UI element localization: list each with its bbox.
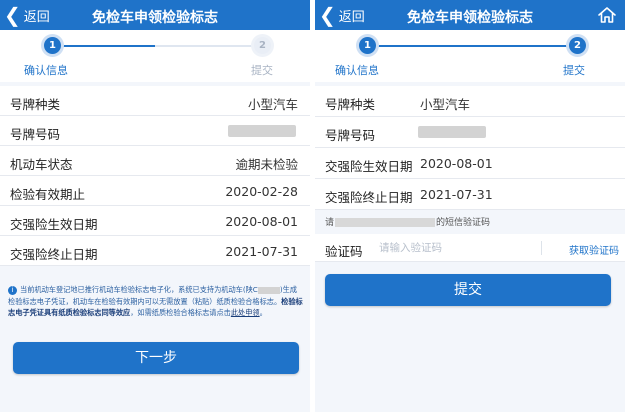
- notice-end: 。: [259, 308, 267, 317]
- info-row-plate-number: 号牌号码: [0, 116, 310, 146]
- row-label: 号牌号码: [10, 127, 61, 142]
- redacted-plate-suffix: [257, 286, 280, 294]
- nav-bar: ❮ 返回 免检车申领检验标志: [315, 0, 625, 30]
- step-2-dot: 2: [569, 37, 586, 54]
- step-progress-line: [367, 45, 575, 47]
- divider: [541, 241, 542, 255]
- step-1-dot: 1: [359, 37, 376, 54]
- info-row-insurance-start: 交强险生效日期 2020-08-01: [0, 206, 310, 236]
- row-label: 检验有效期止: [10, 187, 86, 202]
- row-value: 2020-02-28: [225, 184, 298, 199]
- nav-bar: ❮ 返回 免检车申领检验标志: [0, 0, 310, 30]
- step-2-label: 提交: [251, 64, 273, 77]
- row-value: 小型汽车: [247, 97, 298, 112]
- row-value: 2021-07-31: [225, 244, 298, 259]
- step-1-label: 确认信息: [335, 64, 379, 77]
- row-label: 交强险终止日期: [325, 190, 413, 205]
- submit-button[interactable]: 提交: [325, 274, 611, 306]
- row-label: 号牌种类: [10, 97, 61, 112]
- row-value: 2020-08-01: [420, 156, 493, 171]
- page-title: 免检车申领检验标志: [407, 10, 533, 26]
- notice-part-3: ，如需纸质检验合格标志请点击: [130, 308, 231, 317]
- info-row-plate-type: 号牌种类 小型汽车: [0, 86, 310, 116]
- step-indicator: 1 2 确认信息 提交: [0, 30, 310, 82]
- notice-text: i 当前机动车登记地已推行机动车检验标志电子化，系统已支持为机动车(陕C)生成检验…: [8, 284, 304, 319]
- step-1-dot: 1: [44, 37, 61, 54]
- info-row-insurance-start: 交强险生效日期 2020-08-01: [315, 148, 625, 179]
- sms-tip-end: 的短信验证码: [436, 218, 491, 228]
- info-row-vehicle-status: 机动车状态 逾期未检验: [0, 146, 310, 176]
- row-value: 小型汽车: [420, 97, 471, 112]
- row-label: 交强险生效日期: [325, 159, 413, 174]
- redacted-phone-number: [335, 218, 436, 227]
- notice-part-1: 当前机动车登记地已推行机动车检验标志电子化，系统已支持为机动车(陕C: [20, 285, 258, 294]
- verification-code-row: 验证码 获取验证码: [315, 234, 625, 262]
- redacted-plate-number: [228, 125, 296, 137]
- step-1-label: 确认信息: [24, 64, 68, 77]
- info-row-plate-type: 号牌种类 小型汽车: [315, 86, 625, 117]
- row-label: 号牌种类: [325, 97, 376, 112]
- next-step-button[interactable]: 下一步: [13, 342, 299, 374]
- right-screen: ❮ 返回 免检车申领检验标志 1 2 确认信息 提交 号牌种类 小型汽车 号牌号…: [315, 0, 625, 412]
- step-indicator: 1 2 确认信息 提交: [315, 30, 625, 82]
- get-code-button[interactable]: 获取验证码: [569, 242, 619, 257]
- step-progress-line: [52, 45, 155, 47]
- info-row-insurance-end: 交强险终止日期 2021-07-31: [0, 236, 310, 266]
- step-2-dot: 2: [254, 37, 271, 54]
- row-label: 交强险生效日期: [10, 217, 98, 232]
- verification-code-input[interactable]: [379, 239, 529, 257]
- left-screen: ❮ 返回 免检车申领检验标志 1 2 确认信息 提交 号牌种类 小型汽车 号牌号…: [0, 0, 310, 412]
- info-row-inspection-expiry: 检验有效期止 2020-02-28: [0, 176, 310, 206]
- row-label: 交强险终止日期: [10, 247, 98, 262]
- info-row-insurance-end: 交强险终止日期 2021-07-31: [315, 179, 625, 210]
- row-value: 2021-07-31: [420, 187, 493, 202]
- redacted-plate-number: [418, 126, 486, 138]
- apply-paper-label-link[interactable]: 此处申领: [231, 308, 260, 317]
- sms-tip: 请 的短信验证码: [315, 212, 625, 234]
- home-icon[interactable]: [597, 5, 617, 25]
- row-value: 逾期未检验: [235, 157, 298, 172]
- row-value: 2020-08-01: [225, 214, 298, 229]
- page-title: 免检车申领检验标志: [92, 10, 218, 26]
- row-label: 机动车状态: [10, 157, 73, 172]
- code-label: 验证码: [325, 244, 363, 259]
- step-2-label: 提交: [563, 64, 585, 77]
- step-remaining-line: [155, 45, 258, 47]
- info-icon: i: [8, 285, 17, 295]
- row-label: 号牌号码: [325, 128, 376, 143]
- sms-tip-start: 请: [325, 218, 335, 228]
- info-row-plate-number: 号牌号码: [315, 117, 625, 148]
